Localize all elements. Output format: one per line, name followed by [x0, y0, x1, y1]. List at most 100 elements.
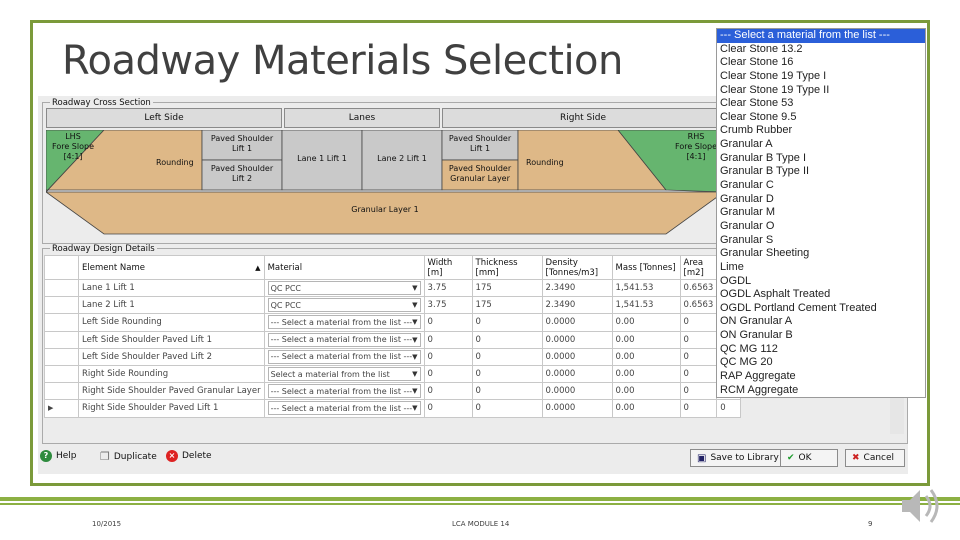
- material-cell[interactable]: --- Select a material from the list --- ▼: [263, 382, 425, 401]
- col-element-name[interactable]: Element Name ▲: [78, 255, 265, 280]
- material-select[interactable]: --- Select a material from the list --- ▼: [267, 349, 421, 364]
- col-density[interactable]: Density [Tonnes/m3]: [541, 255, 613, 280]
- speaker-icon[interactable]: [898, 484, 946, 528]
- list-item[interactable]: Granular D: [717, 193, 925, 207]
- density-cell[interactable]: 0.0000: [541, 382, 613, 401]
- material-dropdown-list[interactable]: --- Select a material from the list --- C…: [716, 28, 926, 398]
- table-row[interactable]: ▶ Right Side Shoulder Paved Lift 1 --- Sel…: [44, 399, 741, 418]
- element-name-cell[interactable]: Right Side Rounding: [78, 364, 265, 384]
- element-name-cell[interactable]: Left Side Shoulder Paved Lift 1: [78, 330, 265, 349]
- density-cell[interactable]: 0.0000: [541, 313, 613, 332]
- material-select[interactable]: Select a material from the list ▼: [267, 367, 421, 382]
- col-area[interactable]: Area [m2]: [679, 255, 718, 280]
- list-item[interactable]: OGDL: [717, 275, 925, 289]
- table-row[interactable]: Right Side Shoulder Paved Granular Layer…: [44, 382, 741, 401]
- ok-button[interactable]: ✔ OK: [780, 449, 838, 467]
- list-item[interactable]: --- Select a material from the list ---: [717, 29, 925, 43]
- list-item[interactable]: Clear Stone 16: [717, 56, 925, 70]
- grid-scrollbar[interactable]: [890, 396, 904, 434]
- list-item[interactable]: Granular O: [717, 220, 925, 234]
- col-width[interactable]: Width [m]: [423, 255, 473, 280]
- list-item[interactable]: OGDL Asphalt Treated: [717, 288, 925, 302]
- material-select[interactable]: --- Select a material from the list --- ▼: [267, 315, 421, 330]
- row-header[interactable]: [44, 278, 79, 298]
- row-header[interactable]: [44, 382, 79, 401]
- density-cell[interactable]: 0.0000: [541, 330, 613, 349]
- list-item[interactable]: Clear Stone 53: [717, 97, 925, 111]
- element-name-cell[interactable]: Lane 1 Lift 1: [78, 278, 265, 298]
- chevron-down-icon[interactable]: ▼: [412, 301, 417, 309]
- density-cell[interactable]: 0.0000: [541, 399, 613, 418]
- thickness-cell[interactable]: 0: [471, 399, 543, 418]
- list-item[interactable]: QC MG 20: [717, 356, 925, 370]
- mass-cell[interactable]: 1,541.53: [611, 278, 681, 298]
- area-cell[interactable]: 0: [679, 399, 718, 418]
- material-cell[interactable]: Select a material from the list ▼: [263, 364, 425, 384]
- mass-cell[interactable]: 0.00: [611, 399, 681, 418]
- list-item[interactable]: RCM Aggregate: [717, 384, 925, 398]
- list-item[interactable]: QC MG 112: [717, 343, 925, 357]
- col-mass[interactable]: Mass [Tonnes]: [611, 255, 681, 280]
- list-item[interactable]: Granular B Type I: [717, 152, 925, 166]
- mass-cell[interactable]: 0.00: [611, 347, 681, 366]
- list-item[interactable]: OGDL Portland Cement Treated: [717, 302, 925, 316]
- list-item[interactable]: Granular C: [717, 179, 925, 193]
- mass-cell[interactable]: 1,541.53: [611, 296, 681, 315]
- table-row[interactable]: Left Side Shoulder Paved Lift 1 --- Selec…: [44, 330, 741, 349]
- list-item[interactable]: Granular A: [717, 138, 925, 152]
- chevron-down-icon[interactable]: ▼: [412, 404, 417, 412]
- chevron-down-icon[interactable]: ▼: [412, 318, 417, 326]
- list-item[interactable]: ON Granular B: [717, 329, 925, 343]
- thickness-cell[interactable]: 175: [471, 296, 543, 315]
- mass-cell[interactable]: 0.00: [611, 330, 681, 349]
- help-button[interactable]: ? Help: [40, 450, 77, 462]
- chevron-down-icon[interactable]: ▼: [412, 284, 417, 292]
- width-cell[interactable]: 3.75: [423, 296, 473, 315]
- mass-cell[interactable]: 0.00: [611, 364, 681, 384]
- duplicate-button[interactable]: ❐ Duplicate: [100, 450, 157, 463]
- row-header[interactable]: [44, 347, 79, 366]
- row-header[interactable]: [44, 296, 79, 315]
- material-select[interactable]: --- Select a material from the list --- ▼: [267, 401, 421, 416]
- area-cell[interactable]: 0.6563: [679, 296, 718, 315]
- thickness-cell[interactable]: 0: [471, 347, 543, 366]
- area-cell[interactable]: 0: [679, 347, 718, 366]
- chevron-down-icon[interactable]: ▼: [412, 387, 417, 395]
- volume-cell[interactable]: 0: [716, 399, 741, 418]
- material-cell[interactable]: --- Select a material from the list --- ▼: [263, 347, 425, 366]
- mass-cell[interactable]: 0.00: [611, 313, 681, 332]
- list-item[interactable]: ON Granular A: [717, 315, 925, 329]
- width-cell[interactable]: 0: [423, 382, 473, 401]
- element-name-cell[interactable]: Right Side Shoulder Paved Granular Layer: [78, 382, 265, 401]
- mass-cell[interactable]: 0.00: [611, 382, 681, 401]
- material-cell[interactable]: QC PCC ▼: [263, 296, 425, 315]
- chevron-down-icon[interactable]: ▼: [412, 353, 417, 361]
- material-select[interactable]: QC PCC ▼: [267, 281, 421, 296]
- list-item[interactable]: Lime: [717, 261, 925, 275]
- area-cell[interactable]: 0.6563: [679, 278, 718, 298]
- material-cell[interactable]: QC PCC ▼: [263, 278, 425, 298]
- table-row[interactable]: Left Side Rounding --- Select a material …: [44, 313, 741, 332]
- list-item[interactable]: Granular Sheeting: [717, 247, 925, 261]
- material-select[interactable]: --- Select a material from the list --- ▼: [267, 332, 421, 347]
- density-cell[interactable]: 2.3490: [541, 296, 613, 315]
- list-item[interactable]: RAP Aggregate: [717, 370, 925, 384]
- element-name-cell[interactable]: Left Side Rounding: [78, 313, 265, 332]
- element-name-cell[interactable]: Left Side Shoulder Paved Lift 2: [78, 347, 265, 366]
- material-cell[interactable]: --- Select a material from the list --- ▼: [263, 313, 425, 332]
- thickness-cell[interactable]: 175: [471, 278, 543, 298]
- area-cell[interactable]: 0: [679, 313, 718, 332]
- element-name-cell[interactable]: Lane 2 Lift 1: [78, 296, 265, 315]
- material-select[interactable]: --- Select a material from the list --- ▼: [267, 384, 421, 399]
- width-cell[interactable]: 0: [423, 330, 473, 349]
- width-cell[interactable]: 0: [423, 347, 473, 366]
- table-row[interactable]: Lane 1 Lift 1 QC PCC ▼ 3.75 175 2.3490 1,541.5…: [44, 278, 741, 298]
- area-cell[interactable]: 0: [679, 330, 718, 349]
- area-cell[interactable]: 0: [679, 382, 718, 401]
- row-header[interactable]: [44, 313, 79, 332]
- density-cell[interactable]: 0.0000: [541, 364, 613, 384]
- density-cell[interactable]: 2.3490: [541, 278, 613, 298]
- row-header[interactable]: [44, 364, 79, 384]
- row-header[interactable]: ▶: [44, 399, 79, 418]
- table-row[interactable]: Right Side Rounding Select a material fro…: [44, 364, 741, 384]
